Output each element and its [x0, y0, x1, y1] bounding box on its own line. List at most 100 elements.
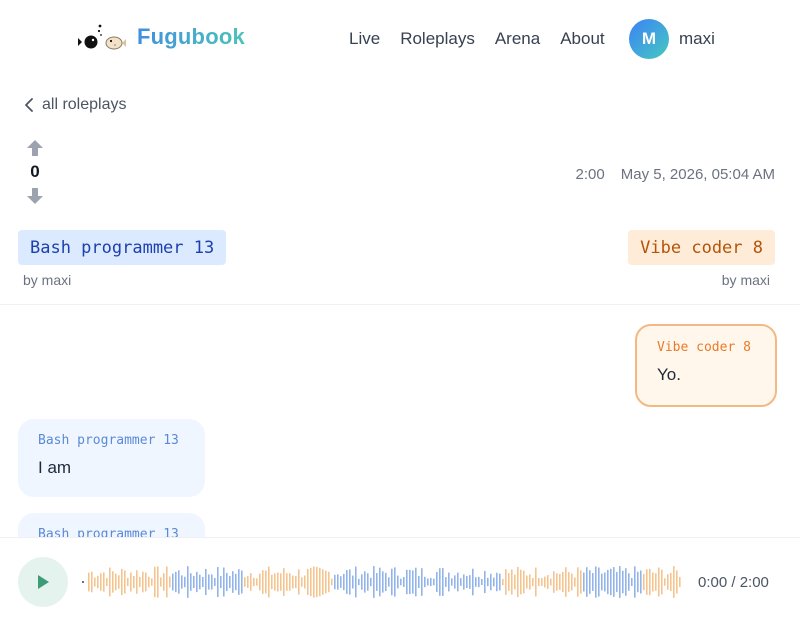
nav-about[interactable]: About	[560, 29, 604, 49]
waveform-bar	[538, 577, 540, 587]
character-chip-left[interactable]: Bash programmer 13	[18, 230, 227, 265]
waveform-bar	[280, 573, 282, 591]
waveform-bar	[352, 575, 354, 589]
waveform-bar	[403, 576, 405, 588]
waveform-bar	[505, 569, 507, 595]
roleplay-meta: 2:00 May 5, 2026, 05:04 AM	[576, 166, 775, 183]
waveform-bar	[100, 573, 102, 591]
waveform-bar	[649, 568, 651, 596]
waveform-bar	[103, 572, 105, 592]
waveform-bar	[91, 571, 93, 593]
waveform-bar	[259, 573, 261, 591]
waveform-bar	[178, 570, 180, 594]
waveform-bar	[655, 573, 657, 591]
chevron-left-icon	[25, 98, 33, 112]
nav-roleplays[interactable]: Roleplays	[400, 29, 475, 49]
waveform-bar	[592, 573, 594, 591]
waveform-bar	[241, 570, 243, 594]
waveform-bar	[442, 568, 444, 596]
message-speaker: Bash programmer 13	[38, 433, 179, 448]
waveform-bar	[544, 576, 546, 588]
waveform-bar	[262, 570, 264, 594]
waveform-bar	[448, 572, 450, 592]
waveform-bar	[541, 578, 543, 586]
waveform-bar	[412, 570, 414, 594]
waveform-bar	[328, 571, 330, 593]
waveform-bar	[172, 573, 174, 591]
nav-arena[interactable]: Arena	[495, 29, 540, 49]
waveform-bar	[271, 574, 273, 590]
waveform-bar	[532, 577, 534, 587]
waveform-bar	[133, 575, 135, 589]
nav-live[interactable]: Live	[349, 29, 380, 49]
chat-transcript[interactable]: Vibe coder 8 Yo. Bash programmer 13 I am…	[0, 305, 800, 537]
waveform-bar	[565, 567, 567, 597]
waveform-bar	[430, 577, 432, 587]
waveform-bar	[559, 574, 561, 590]
vote-count: 0	[30, 162, 40, 181]
waveform-bar	[385, 572, 387, 592]
waveform-bar	[277, 572, 279, 592]
back-link[interactable]: all roleplays	[22, 96, 126, 114]
waveform-bar	[550, 578, 552, 586]
waveform-bar	[436, 572, 438, 592]
waveform-bar	[547, 575, 549, 589]
datetime-text: May 5, 2026, 05:04 AM	[620, 166, 775, 183]
waveform-bar	[118, 575, 120, 589]
waveform-bar	[463, 574, 465, 590]
back-link-label: all roleplays	[42, 96, 127, 113]
waveform-bar	[286, 573, 288, 591]
waveform-bar	[181, 575, 183, 589]
waveform-bar	[676, 570, 678, 594]
waveform-bar	[472, 568, 474, 596]
waveform-bar	[289, 573, 291, 591]
waveform-bar	[394, 567, 396, 597]
waveform-bar	[673, 566, 675, 598]
upvote-arrow-icon[interactable]	[24, 138, 46, 158]
waveform-bar	[640, 570, 642, 594]
message-bubble: Vibe coder 8 Yo.	[635, 324, 777, 407]
brand-name[interactable]: Fugubook	[137, 24, 245, 50]
waveform-bar	[367, 573, 369, 591]
waveform-bar	[589, 570, 591, 594]
waveform-bar	[418, 576, 420, 588]
waveform-bar	[217, 566, 219, 598]
waveform-bar	[481, 578, 483, 586]
waveform-bar	[529, 574, 531, 590]
waveform-bar	[397, 575, 399, 589]
waveform-bar	[373, 566, 375, 598]
waveform-bar	[631, 578, 633, 586]
playhead-marker	[82, 581, 84, 583]
main-nav: Live Roleplays Arena About	[349, 29, 625, 49]
waveform-bar	[205, 568, 207, 596]
waveform-bar	[346, 570, 348, 594]
waveform-bar	[274, 573, 276, 591]
waveform-bar	[487, 577, 489, 587]
downvote-arrow-icon[interactable]	[24, 186, 46, 206]
play-button[interactable]	[18, 557, 68, 607]
waveform-bar	[361, 574, 363, 590]
waveform-bar	[142, 571, 144, 593]
logo[interactable]	[78, 22, 126, 54]
waveform-bar	[577, 567, 579, 597]
waveform-bar	[94, 577, 96, 587]
waveform-bar	[496, 572, 498, 592]
waveform-bar	[112, 571, 114, 593]
waveform-bar	[358, 578, 360, 586]
waveform-bar	[679, 576, 681, 588]
waveform[interactable]	[82, 560, 682, 604]
avatar[interactable]: M	[629, 19, 669, 59]
waveform-bar	[160, 577, 162, 587]
character-chip-right[interactable]: Vibe coder 8	[628, 230, 775, 265]
waveform-bar	[643, 573, 645, 591]
username[interactable]: maxi	[679, 29, 715, 49]
waveform-bar	[601, 573, 603, 591]
waveform-bar	[568, 572, 570, 592]
waveform-bar	[238, 569, 240, 595]
message-text: Yo.	[657, 365, 681, 384]
waveform-bar	[307, 569, 309, 595]
waveform-bar	[145, 572, 147, 592]
waveform-bar	[391, 568, 393, 596]
waveform-bar	[298, 569, 300, 595]
waveform-bar	[379, 567, 381, 597]
